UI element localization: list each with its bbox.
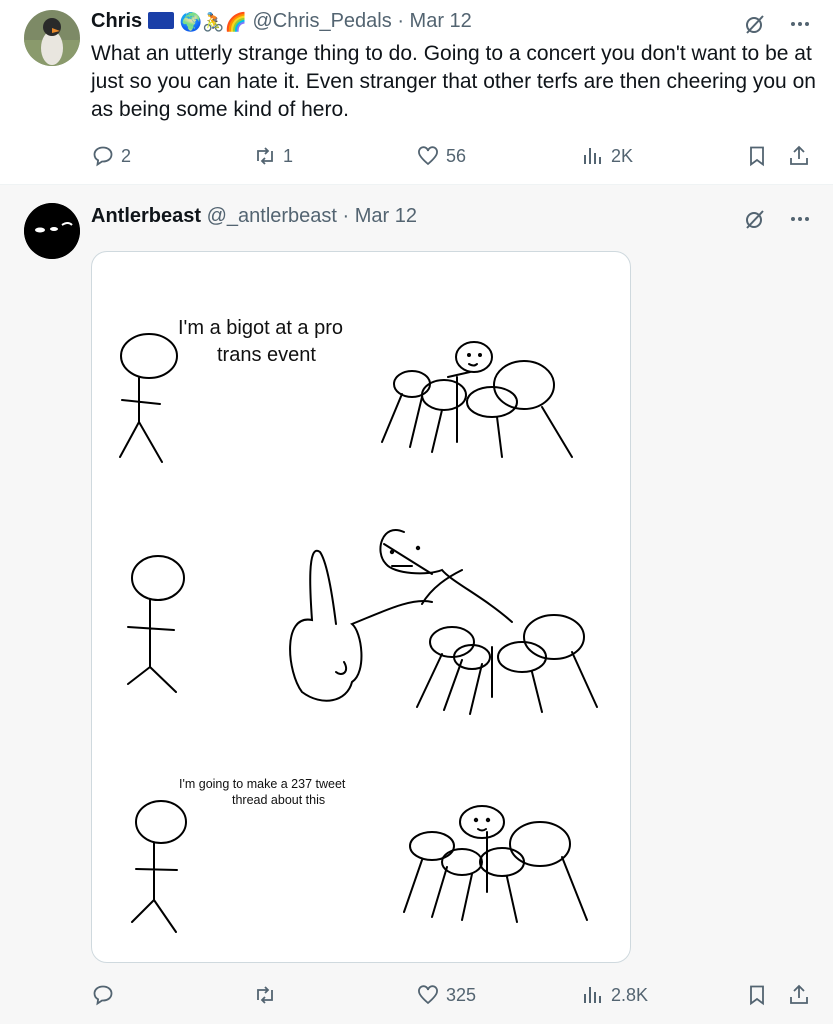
views-icon — [584, 148, 601, 164]
bookmark-icon — [750, 985, 764, 1006]
tweet[interactable]: Chris 🌍🚴🌈 @Chris_Pedals · Mar 12 What an… — [0, 0, 833, 184]
repost-icon — [257, 986, 273, 1004]
handle[interactable]: @Chris_Pedals — [253, 10, 392, 32]
share-button[interactable] — [787, 980, 811, 1010]
display-name[interactable]: Chris — [91, 10, 142, 32]
panel3-caption-line1: I'm going to make a 237 tweet — [179, 777, 346, 791]
avatar[interactable] — [24, 10, 80, 66]
reply-button[interactable] — [91, 980, 121, 1010]
tweet-text: What an utterly strange thing to do. Goi… — [91, 42, 816, 121]
action-bar: 325 2.8K — [91, 980, 811, 1010]
bookmark-button[interactable] — [745, 141, 769, 171]
more-icon[interactable] — [789, 12, 811, 36]
bookmark-button[interactable] — [745, 980, 769, 1010]
comic-panel-1: I'm a bigot at a pro trans event — [119, 317, 573, 463]
like-count: 325 — [446, 984, 477, 1005]
like-icon — [418, 985, 438, 1005]
avatar[interactable] — [24, 203, 80, 259]
share-button[interactable] — [787, 141, 811, 171]
reply-button[interactable]: 2 — [91, 141, 131, 171]
timestamp[interactable]: · Mar 12 — [397, 10, 471, 32]
like-count: 56 — [446, 145, 467, 166]
repost-button[interactable] — [253, 980, 283, 1010]
more-icon[interactable] — [789, 207, 811, 231]
comic-image[interactable]: I'm a bigot at a pro trans event I'm goi… — [91, 251, 631, 963]
emoji-badges: 🌍🚴🌈 — [179, 12, 247, 32]
repost-button[interactable]: 1 — [253, 141, 293, 171]
panel1-caption-line1: I'm a bigot at a pro — [178, 317, 343, 339]
tweet[interactable]: Antlerbeast @_antlerbeast · Mar 12 I'm a… — [0, 184, 833, 1024]
grok-icon[interactable] — [743, 207, 767, 231]
comic-panel-3: I'm going to make a 237 tweet thread abo… — [131, 777, 588, 933]
reply-icon — [93, 985, 113, 1006]
tweet-header: Chris 🌍🚴🌈 @Chris_Pedals · Mar 12 — [91, 10, 472, 33]
repost-count: 1 — [283, 145, 294, 166]
eu-flag-icon — [148, 12, 175, 29]
grok-icon[interactable] — [743, 12, 767, 36]
view-count: 2.8K — [611, 984, 649, 1005]
repost-icon — [257, 147, 273, 165]
views-button[interactable]: 2K — [581, 141, 633, 171]
handle[interactable]: @_antlerbeast — [207, 205, 337, 227]
like-icon — [418, 146, 438, 166]
share-icon — [790, 145, 808, 165]
view-count: 2K — [611, 145, 634, 166]
views-button[interactable]: 2.8K — [581, 980, 648, 1010]
like-button[interactable]: 56 — [416, 141, 466, 171]
views-icon — [584, 987, 601, 1003]
like-button[interactable]: 325 — [416, 980, 476, 1010]
reply-icon — [93, 146, 113, 167]
comic-panel-2 — [127, 529, 598, 715]
display-name[interactable]: Antlerbeast — [91, 205, 201, 227]
bookmark-icon — [750, 146, 764, 167]
timestamp[interactable]: · Mar 12 — [343, 205, 417, 227]
tweet-header: Antlerbeast @_antlerbeast · Mar 12 — [91, 205, 417, 228]
panel1-caption-line2: trans event — [217, 344, 316, 366]
panel3-caption-line2: thread about this — [232, 793, 325, 807]
share-icon — [790, 984, 808, 1004]
reply-count: 2 — [121, 145, 132, 166]
action-bar: 2 1 56 2K — [91, 141, 811, 171]
